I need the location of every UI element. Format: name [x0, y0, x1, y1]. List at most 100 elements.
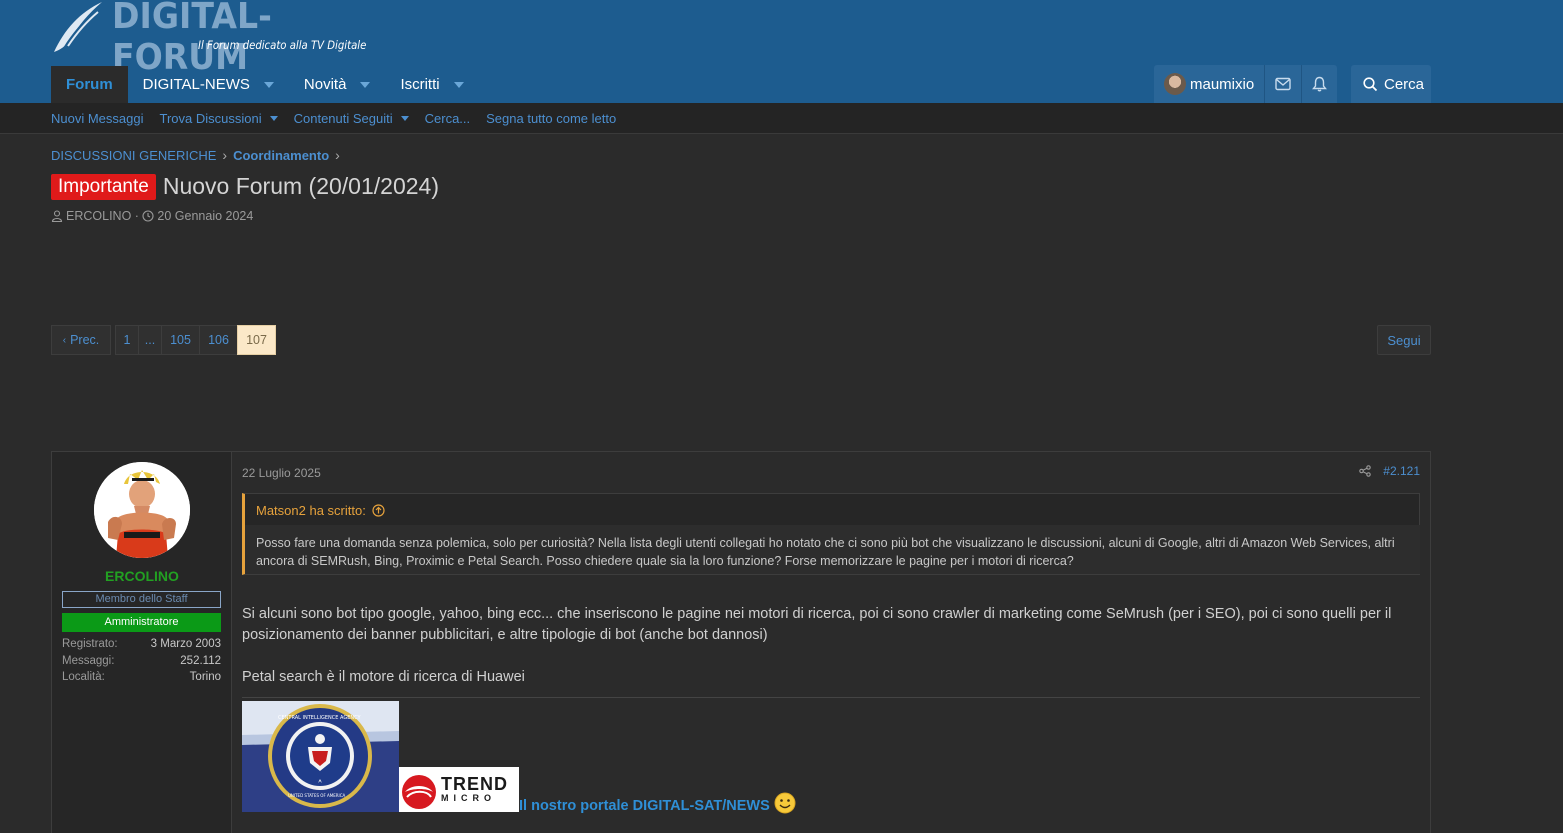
subnav-label: Nuovi Messaggi: [51, 111, 144, 126]
chevron-down-icon[interactable]: [269, 116, 278, 121]
stat-key: Registrato:: [62, 638, 118, 650]
quote-body: Posso fare una domanda senza polemica, s…: [245, 525, 1420, 574]
breadcrumb: DISCUSSIONI GENERICHE › Coordinamento ›: [51, 147, 346, 163]
nav-item-iscritti[interactable]: Iscritti: [385, 66, 478, 103]
envelope-icon: [1275, 77, 1291, 91]
user-title-badge: Membro dello Staff: [62, 591, 221, 608]
nav-item-label: Novità: [303, 76, 347, 93]
subnav-watched[interactable]: Contenuti Seguiti: [294, 111, 409, 126]
important-badge: Importante: [51, 173, 156, 200]
sub-nav: Nuovi Messaggi Trova Discussioni Contenu…: [0, 103, 1563, 134]
user-icon: [51, 210, 63, 222]
post-username[interactable]: ERCOLINO: [52, 568, 232, 584]
quote-block: Matson2 ha scritto: Posso fare una doman…: [242, 493, 1420, 575]
breadcrumb-item[interactable]: Coordinamento: [233, 148, 329, 163]
page-link[interactable]: 1: [115, 325, 139, 355]
post: ERCOLINO Membro dello Staff Amministrato…: [51, 451, 1431, 833]
avatar: [1164, 73, 1186, 95]
meta-separator: ·: [131, 209, 143, 223]
avatar-image: [94, 462, 190, 558]
stat-row: Registrato: 3 Marzo 2003: [62, 638, 221, 655]
nav-item-label: DIGITAL-NEWS: [142, 76, 250, 93]
nav-item-digital-news[interactable]: DIGITAL-NEWS: [128, 66, 289, 103]
site-logo[interactable]: DIGITAL-FORUM Il Forum dedicato alla TV …: [50, 0, 390, 78]
quote-header[interactable]: Matson2 ha scritto:: [256, 503, 385, 518]
follow-button[interactable]: Segui: [1377, 325, 1431, 355]
logo-subtitle: Il Forum dedicato alla TV Digitale: [198, 38, 367, 52]
prev-page-button[interactable]: ‹ Prec.: [51, 325, 111, 355]
breadcrumb-item[interactable]: DISCUSSIONI GENERICHE: [51, 148, 216, 163]
page-ellipsis[interactable]: ...: [138, 325, 162, 355]
subnav-search[interactable]: Cerca...: [425, 111, 471, 126]
pagination: ‹ Prec. 1 ... 105 106 107: [51, 325, 276, 355]
stat-key: Località:: [62, 671, 105, 683]
username-label: maumixio: [1190, 75, 1255, 93]
stat-row: Località: Torino: [62, 671, 221, 688]
page-title: Nuovo Forum (20/01/2024): [162, 173, 439, 199]
portal-link[interactable]: Il nostro portale DIGITAL-SAT/NEWS: [519, 798, 770, 814]
chevron-down-icon[interactable]: [360, 81, 371, 88]
nav-item-novita[interactable]: Novità: [289, 66, 386, 103]
trend-micro-text: TREND: [441, 774, 508, 794]
cia-seal-image: CENTRAL INTELLIGENCE AGENCY UNITED STATE…: [242, 701, 399, 812]
subnav-new-posts[interactable]: Nuovi Messaggi: [51, 111, 144, 126]
post-content: 22 Luglio 2025 #2.121 Matson2 ha scritto…: [242, 452, 1420, 833]
clock-icon: [142, 210, 154, 222]
signature-divider: [242, 697, 1420, 698]
messages-button[interactable]: [1265, 65, 1303, 103]
chevron-right-icon: ›: [222, 147, 228, 163]
subnav-label: Cerca...: [424, 111, 471, 126]
thread-author[interactable]: ERCOLINO: [66, 209, 131, 223]
subnav-find-threads[interactable]: Trova Discussioni: [160, 111, 278, 126]
trend-micro-logo: TREND MICRO: [399, 767, 519, 812]
search-icon: [1363, 76, 1378, 91]
bell-icon: [1312, 76, 1328, 92]
stat-row: Messaggi: 252.112: [62, 655, 221, 672]
subnav-label: Contenuti Seguiti: [293, 111, 393, 126]
post-paragraph: Si alcuni sono bot tipo google, yahoo, b…: [242, 606, 1392, 643]
thread-date[interactable]: 20 Gennaio 2024: [157, 209, 253, 223]
chevron-down-icon[interactable]: [263, 81, 274, 88]
prev-label: Prec.: [70, 333, 100, 347]
nav-item-forum[interactable]: Forum: [51, 66, 128, 103]
avatar[interactable]: [94, 462, 190, 558]
stat-value: 252.112: [180, 654, 221, 667]
chevron-down-icon[interactable]: [400, 116, 409, 121]
main-nav: Forum DIGITAL-NEWS Novità Iscritti: [51, 66, 479, 103]
stat-value: 3 Marzo 2003: [150, 638, 221, 650]
post-user-panel: ERCOLINO Membro dello Staff Amministrato…: [52, 452, 232, 833]
trend-micro-logo-mark: [402, 774, 436, 809]
user-stats: Registrato: 3 Marzo 2003 Messaggi: 252.112…: [62, 638, 221, 688]
search-label: Cerca: [1384, 75, 1425, 93]
post-paragraph: Petal search è il motore di ricerca di H…: [242, 669, 525, 685]
user-bar: maumixio: [1154, 65, 1338, 103]
site-header: DIGITAL-FORUM Il Forum dedicato alla TV …: [0, 0, 1563, 103]
trend-micro-subtext: MICRO: [441, 793, 496, 803]
search-button[interactable]: Cerca: [1351, 65, 1431, 103]
cia-seal-bottom-text: UNITED STATES OF AMERICA: [288, 793, 346, 798]
account-button[interactable]: maumixio: [1154, 65, 1266, 103]
stat-key: Messaggi:: [62, 654, 115, 667]
chevron-down-icon[interactable]: [453, 81, 464, 88]
stat-value: Torino: [189, 671, 221, 683]
page-link[interactable]: 106: [199, 325, 238, 355]
post-date[interactable]: 22 Luglio 2025: [242, 466, 321, 480]
chevron-left-icon: ‹: [62, 334, 67, 346]
thread-meta: ERCOLINO · 20 Gennaio 2024: [51, 209, 253, 223]
page-link[interactable]: 105: [161, 325, 200, 355]
cia-seal-text: CENTRAL INTELLIGENCE AGENCY: [278, 715, 361, 721]
post-body: Si alcuni sono bot tipo google, yahoo, b…: [242, 604, 1420, 709]
subnav-label: Segna tutto come letto: [486, 111, 617, 126]
user-role-badge: Amministratore: [62, 613, 221, 632]
post-actions: #2.121: [1359, 464, 1420, 478]
chevron-right-icon: ›: [335, 147, 340, 163]
page-current[interactable]: 107: [237, 325, 276, 355]
post-number[interactable]: #2.121: [1383, 464, 1420, 478]
subnav-mark-read[interactable]: Segna tutto come letto: [486, 111, 616, 126]
share-icon[interactable]: [1359, 465, 1372, 477]
quote-author: Matson2 ha scritto:: [256, 503, 366, 518]
alerts-button[interactable]: [1302, 65, 1337, 103]
nav-item-label: Iscritti: [400, 76, 440, 93]
smiley-icon: [774, 792, 796, 814]
signature: CENTRAL INTELLIGENCE AGENCY UNITED STATE…: [242, 701, 796, 814]
